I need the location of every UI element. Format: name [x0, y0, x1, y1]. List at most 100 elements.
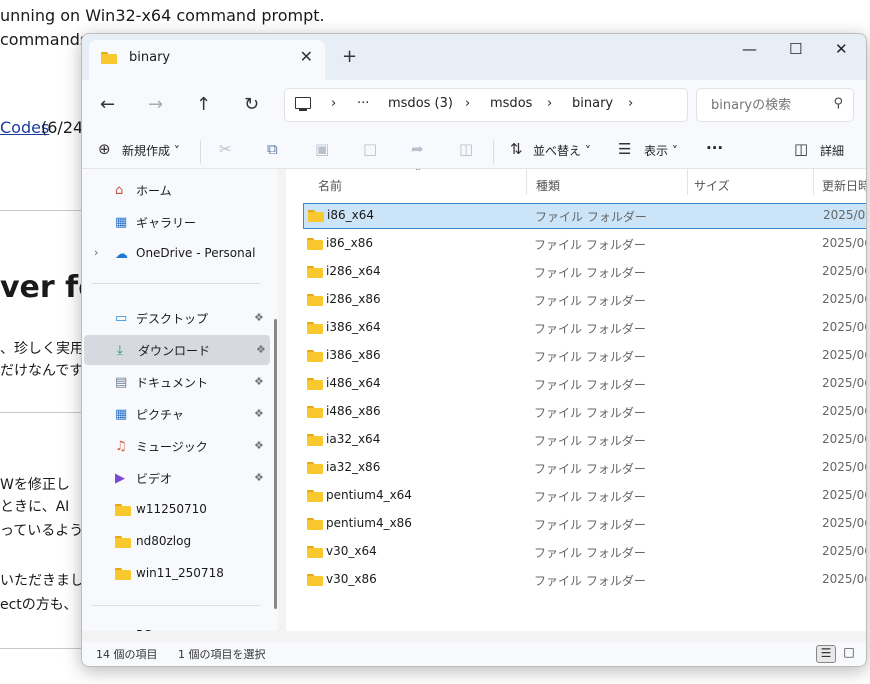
file-row[interactable]: ia32_x64 ファイル フォルダー 2025/06/ [302, 427, 866, 453]
pin-icon[interactable]: ❖ [254, 471, 264, 484]
forward-arrow-icon[interactable]: → [148, 94, 163, 115]
breadcrumb-separator[interactable]: › [465, 96, 470, 111]
details-button[interactable]: 詳細 [820, 142, 844, 159]
file-type: ファイル フォルダー [534, 434, 646, 448]
view-button[interactable]: 表示 ˅ [644, 142, 678, 159]
pin-icon[interactable]: ❖ [256, 343, 266, 356]
breadcrumb-separator[interactable]: › [331, 96, 336, 111]
sidebar-item-documents[interactable]: ▤ ドキュメント ❖ [82, 367, 268, 397]
sort-icon[interactable]: ⇅ [510, 140, 523, 158]
sidebar-item-onedrive[interactable]: › ☁ OneDrive - Personal [82, 239, 268, 269]
file-date: 2025/06/ [822, 264, 866, 278]
copy-icon[interactable]: ⧉ [267, 140, 278, 158]
minimize-button[interactable]: — [742, 40, 757, 58]
pin-icon[interactable]: ❖ [254, 439, 264, 452]
sidebar-item-home[interactable]: ⌂ ホーム [82, 175, 268, 205]
sidebar-item-folder[interactable]: nd80zlog [82, 527, 268, 557]
details-pane-icon[interactable]: ◫ [794, 140, 808, 158]
details-view-icon[interactable]: ☰ [816, 645, 836, 663]
up-arrow-icon[interactable]: ↑ [196, 94, 211, 115]
file-row[interactable]: pentium4_x64 ファイル フォルダー 2025/06/ [302, 483, 866, 509]
new-button[interactable]: 新規作成 ˅ [122, 142, 180, 159]
sidebar-item-pictures[interactable]: ▦ ピクチャ ❖ [82, 399, 268, 429]
refresh-icon[interactable]: ↻ [244, 94, 259, 115]
pin-icon[interactable]: ❖ [254, 311, 264, 324]
file-row[interactable]: v30_x64 ファイル フォルダー 2025/06/ [302, 539, 866, 565]
more-options-button[interactable]: ··· [706, 139, 723, 157]
selection-count: 1 個の項目を選択 [178, 648, 266, 661]
sidebar-item-folder[interactable]: win11_250718 [82, 559, 268, 589]
file-row[interactable]: i486_x86 ファイル フォルダー 2025/06/ [302, 399, 866, 425]
file-row[interactable]: i386_x86 ファイル フォルダー 2025/06/ [302, 343, 866, 369]
breadcrumb-item[interactable]: msdos (3) [388, 96, 453, 111]
file-type: ファイル フォルダー [534, 266, 646, 280]
sort-button[interactable]: 並べ替え ˅ [533, 142, 591, 159]
sidebar-item-music[interactable]: ♫ ミュージック ❖ [82, 431, 268, 461]
breadcrumb-separator[interactable]: › [628, 96, 633, 111]
trash-icon[interactable]: ◫ [459, 140, 473, 158]
view-icon[interactable]: ☰ [618, 140, 631, 158]
search-box[interactable]: ⚲ [696, 88, 854, 122]
folder-icon [307, 546, 323, 558]
file-row[interactable]: i386_x64 ファイル フォルダー 2025/06/ [302, 315, 866, 341]
video-icon: ▶ [115, 471, 125, 486]
plus-circle-icon[interactable]: ⊕ [98, 140, 111, 158]
sidebar-item-folder[interactable]: w11250710 [82, 495, 268, 525]
column-header-type[interactable]: 種類 [536, 177, 560, 194]
breadcrumb-item[interactable]: msdos [490, 96, 532, 111]
share-icon[interactable]: ➦ [411, 140, 424, 158]
sidebar-scrollbar[interactable] [274, 319, 277, 609]
column-separator[interactable] [526, 169, 527, 195]
back-arrow-icon[interactable]: ← [100, 94, 115, 115]
rename-icon[interactable]: □ [363, 140, 377, 158]
close-tab-icon[interactable]: ✕ [300, 47, 313, 66]
file-row[interactable]: i486_x64 ファイル フォルダー 2025/06/ [302, 371, 866, 397]
file-row[interactable]: i86_x86 ファイル フォルダー 2025/06/ [302, 231, 866, 257]
file-date: 2025/06/ [822, 488, 866, 502]
breadcrumb-separator[interactable]: › [547, 96, 552, 111]
chevron-down-icon[interactable]: ⌄ [94, 628, 103, 631]
file-row[interactable]: pentium4_x86 ファイル フォルダー 2025/06/ [302, 511, 866, 537]
column-header-name[interactable]: 名前 [318, 177, 342, 194]
new-tab-button[interactable]: + [342, 46, 357, 67]
pin-icon[interactable]: ❖ [254, 407, 264, 420]
tiles-view-icon[interactable]: □ [840, 645, 858, 661]
breadcrumb-more[interactable]: ··· [357, 96, 369, 111]
file-row[interactable]: i286_x64 ファイル フォルダー 2025/06/ [302, 259, 866, 285]
breadcrumb[interactable]: › ··· msdos (3) › msdos › binary › [284, 88, 688, 122]
file-row[interactable]: ia32_x86 ファイル フォルダー 2025/06/ [302, 455, 866, 481]
sidebar-item-gallery[interactable]: ▦ ギャラリー [82, 207, 268, 237]
sidebar-item-pc[interactable]: ⌄ ▭ PC [82, 621, 268, 631]
paste-icon[interactable]: ▣ [315, 140, 329, 158]
divider [0, 648, 90, 649]
close-window-button[interactable]: ✕ [835, 40, 848, 58]
folder-icon [307, 322, 323, 334]
sidebar-item-downloads[interactable]: ⤓ ダウンロード ❖ [84, 335, 270, 365]
file-type: ファイル フォルダー [534, 378, 646, 392]
picture-icon: ▦ [115, 407, 128, 422]
tab-binary[interactable]: binary ✕ [89, 40, 325, 80]
maximize-button[interactable]: ☐ [789, 40, 802, 58]
file-row[interactable]: i86_x64 ファイル フォルダー 2025/06/ [303, 203, 866, 229]
home-icon: ⌂ [115, 183, 124, 198]
cut-icon[interactable]: ✂ [219, 140, 232, 158]
gallery-icon: ▦ [115, 215, 128, 230]
sort-ascending-icon: ⌃ [414, 169, 423, 178]
column-separator[interactable] [813, 169, 814, 195]
sidebar-item-desktop[interactable]: ▭ デスクトップ ❖ [82, 303, 268, 333]
file-row[interactable]: v30_x86 ファイル フォルダー 2025/06/ [302, 567, 866, 593]
search-input[interactable] [709, 95, 823, 115]
column-header-date[interactable]: 更新日時 [822, 177, 866, 194]
column-header-size[interactable]: サイズ [694, 177, 730, 194]
desktop-icon: ▭ [115, 311, 128, 326]
breadcrumb-item[interactable]: binary [572, 96, 613, 111]
search-icon[interactable]: ⚲ [833, 96, 843, 111]
sidebar-item-videos[interactable]: ▶ ビデオ ❖ [82, 463, 268, 493]
chevron-right-icon[interactable]: › [94, 246, 98, 259]
pin-icon[interactable]: ❖ [254, 375, 264, 388]
file-row[interactable]: i286_x86 ファイル フォルダー 2025/06/ [302, 287, 866, 313]
folder-icon [115, 568, 131, 580]
file-type: ファイル フォルダー [534, 350, 646, 364]
file-type: ファイル フォルダー [534, 462, 646, 476]
column-separator[interactable] [687, 169, 688, 195]
